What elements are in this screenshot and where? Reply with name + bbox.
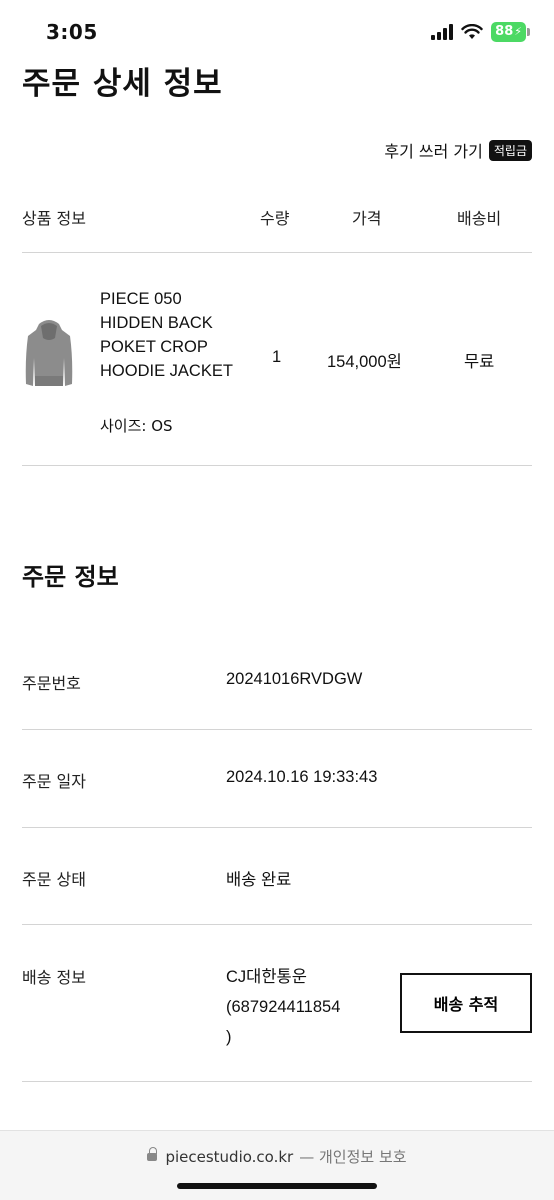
page-title: 주문 상세 정보 <box>22 66 223 102</box>
shipping-info-label: 배송 정보 <box>22 968 86 987</box>
status-bar: 3:05 88 ⚡ <box>0 0 554 60</box>
divider <box>22 1081 532 1082</box>
write-review-label: 후기 쓰러 가기 <box>384 142 483 161</box>
shipping-info-value: CJ대한통운 (687924411854 ) <box>226 962 340 1052</box>
header-quantity: 수량 <box>260 209 290 228</box>
shipping-carrier: CJ대한통운 <box>226 968 307 986</box>
url-domain: piecestudio.co.kr <box>165 1147 294 1166</box>
product-size: 사이즈: OS <box>100 417 173 435</box>
divider <box>22 465 532 466</box>
wifi-icon <box>461 24 483 39</box>
points-badge: 적립금 <box>488 139 532 161</box>
browser-address-bar[interactable]: piecestudio.co.kr — 개인정보 보호 <box>0 1130 554 1200</box>
divider <box>22 827 532 828</box>
lock-icon <box>147 1147 158 1162</box>
order-date-label: 주문 일자 <box>22 772 86 791</box>
tracking-number-end: ) <box>226 1028 232 1046</box>
url-row[interactable]: piecestudio.co.kr — 개인정보 보호 <box>0 1146 554 1167</box>
order-info-title: 주문 정보 <box>22 563 119 591</box>
header-price: 가격 <box>352 209 382 228</box>
product-image[interactable] <box>24 318 74 394</box>
battery-icon: 88 ⚡ <box>491 22 530 42</box>
product-name[interactable]: PIECE 050 HIDDEN BACK POKET CROP HOODIE … <box>100 287 240 383</box>
order-status-value: 배송 완료 <box>226 871 292 889</box>
divider <box>22 924 532 925</box>
cellular-signal-icon <box>431 24 454 40</box>
status-time: 3:05 <box>46 20 98 44</box>
product-quantity: 1 <box>272 348 282 366</box>
home-indicator[interactable] <box>177 1183 377 1189</box>
header-shipping-fee: 배송비 <box>457 209 502 228</box>
order-date-value: 2024.10.16 19:33:43 <box>226 768 378 786</box>
status-icons: 88 ⚡ <box>431 22 530 42</box>
header-product-info: 상품 정보 <box>22 209 86 228</box>
battery-level: 88 <box>495 24 514 39</box>
order-number-label: 주문번호 <box>22 674 81 693</box>
divider <box>22 252 532 253</box>
divider <box>22 729 532 730</box>
privacy-label: — 개인정보 보호 <box>299 1148 407 1166</box>
product-price: 154,000원 <box>327 353 402 371</box>
order-number-value: 20241016RVDGW <box>226 670 363 688</box>
order-status-label: 주문 상태 <box>22 870 86 889</box>
product-shipping-fee: 무료 <box>464 353 495 371</box>
tracking-number: (687924411854 <box>226 998 341 1016</box>
write-review-link[interactable]: 후기 쓰러 가기 적립금 <box>384 138 532 162</box>
track-shipment-button[interactable]: 배송 추적 <box>400 973 532 1033</box>
